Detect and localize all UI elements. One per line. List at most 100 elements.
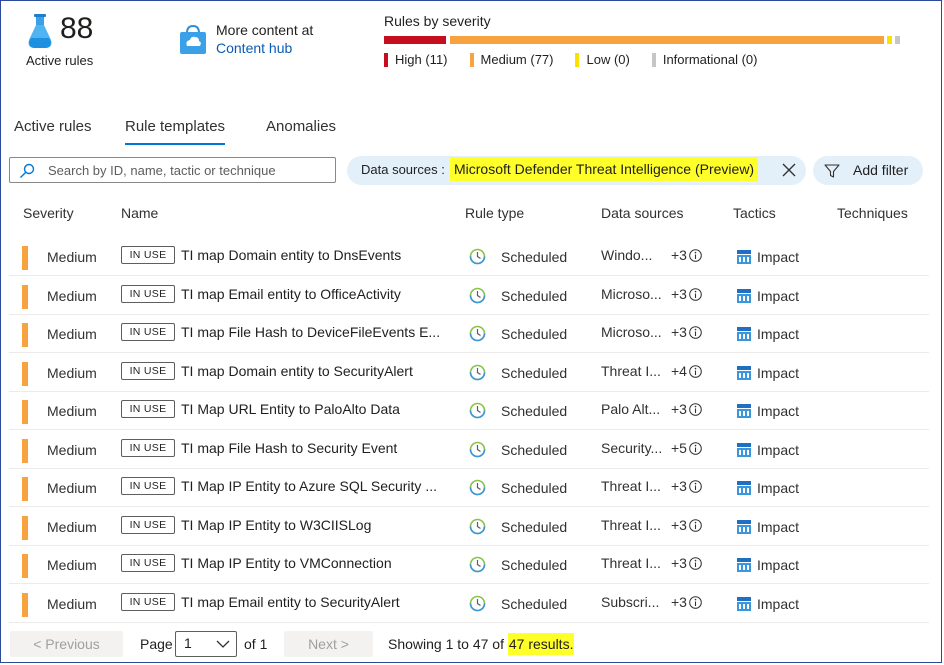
previous-button[interactable]: < Previous <box>10 631 123 657</box>
rule-name[interactable]: TI map Email entity to OfficeActivity <box>181 286 401 302</box>
rule-name[interactable]: TI map File Hash to Security Event <box>181 440 397 456</box>
tab-rule-templates[interactable]: Rule templates <box>125 118 226 145</box>
info-icon[interactable] <box>689 326 702 339</box>
data-source: Palo Alt... <box>601 401 661 417</box>
chevron-down-icon <box>216 640 230 648</box>
col-header-severity[interactable]: Severity <box>23 205 74 221</box>
rule-name[interactable]: TI map Domain entity to SecurityAlert <box>181 363 413 379</box>
table-row[interactable]: Medium IN USE TI map Domain entity to Secu… <box>9 354 929 392</box>
col-header-rule-type[interactable]: Rule type <box>465 205 524 221</box>
tactic-label: Impact <box>757 403 800 419</box>
table-row[interactable]: Medium IN USE TI map File Hash to Security… <box>9 431 929 469</box>
table-row[interactable]: Medium IN USE TI map Domain entity to DnsE… <box>9 238 929 276</box>
impact-icon <box>737 558 751 572</box>
rule-name[interactable]: TI Map IP Entity to W3CIISLog <box>181 517 371 533</box>
severity-indicator <box>22 438 28 463</box>
filter-label: Data sources : <box>361 162 445 177</box>
info-icon[interactable] <box>689 518 702 532</box>
page-select[interactable]: 1 <box>175 631 237 657</box>
clock-icon <box>469 518 486 534</box>
rule-type: Scheduled <box>501 287 568 304</box>
data-source: Microso... <box>601 285 662 302</box>
severity-text: Medium <box>47 557 97 573</box>
info-icon[interactable] <box>689 595 702 609</box>
rule-type: Scheduled <box>501 403 568 419</box>
data-source: Threat I... <box>601 555 661 571</box>
impact-icon <box>737 404 751 418</box>
severity-indicator <box>22 400 28 424</box>
severity-bar-high <box>384 36 446 44</box>
data-sources-filter[interactable]: Data sources : Microsoft Defender Threat… <box>347 156 806 185</box>
severity-text: Medium <box>47 480 97 496</box>
legend-label-low: Low (0) <box>586 52 630 67</box>
add-filter-button[interactable]: Add filter <box>813 156 923 185</box>
table-row[interactable]: Medium IN USE TI Map IP Entity to VMConnec… <box>9 546 929 584</box>
next-button[interactable]: Next > <box>284 631 373 657</box>
table-row[interactable]: Medium IN USE TI Map IP Entity to W3CIISLo… <box>9 508 929 546</box>
clock-icon <box>469 402 486 419</box>
tab-anomalies[interactable]: Anomalies <box>266 118 336 135</box>
tab-active-rules[interactable]: Active rules <box>14 118 92 135</box>
clock-icon <box>469 441 486 457</box>
tactic-label: Impact <box>757 518 800 535</box>
info-icon[interactable] <box>689 403 702 416</box>
data-source: Threat I... <box>601 478 661 494</box>
severity-bar-informational <box>895 36 900 44</box>
impact-icon <box>737 596 751 611</box>
info-icon[interactable] <box>689 480 702 493</box>
legend-swatch-medium <box>469 52 474 67</box>
severity-text: Medium <box>47 403 97 419</box>
severity-text: Medium <box>47 518 97 535</box>
table-row[interactable]: Medium IN USE TI map Email entity to Secur… <box>9 585 929 623</box>
tactic-label: Impact <box>757 557 800 573</box>
flask-icon <box>28 14 52 48</box>
page-label: Page <box>140 636 173 652</box>
info-icon[interactable] <box>689 441 702 455</box>
table-row[interactable]: Medium IN USE TI Map URL Entity to PaloAlt… <box>9 392 929 430</box>
severity-text: Medium <box>47 595 97 612</box>
data-source: Security... <box>601 439 663 456</box>
close-icon[interactable] <box>781 162 797 178</box>
info-icon[interactable] <box>689 557 702 570</box>
tactic-label: Impact <box>757 441 800 458</box>
rule-name[interactable]: TI map Email entity to SecurityAlert <box>181 594 400 610</box>
active-rules-label: Active rules <box>26 53 94 68</box>
info-icon[interactable] <box>689 287 702 301</box>
col-header-techniques[interactable]: Techniques <box>837 205 908 221</box>
impact-icon <box>737 288 751 303</box>
col-header-name[interactable]: Name <box>121 205 158 221</box>
rule-type: Scheduled <box>501 249 568 265</box>
rule-name[interactable]: TI Map IP Entity to Azure SQL Security .… <box>181 478 437 494</box>
table-row[interactable]: Medium IN USE TI Map IP Entity to Azure SQ… <box>9 469 929 507</box>
search-input[interactable]: Search by ID, name, tactic or technique <box>9 157 336 183</box>
rule-name[interactable]: TI Map IP Entity to VMConnection <box>181 555 392 571</box>
info-icon[interactable] <box>689 249 702 262</box>
data-source-more: +3 <box>671 478 687 494</box>
legend-informational: Informational (0) <box>651 52 758 67</box>
in-use-badge: IN USE <box>121 477 175 495</box>
impact-icon <box>737 442 751 457</box>
severity-indicator <box>22 361 28 386</box>
rule-name[interactable]: TI Map URL Entity to PaloAlto Data <box>181 401 400 417</box>
content-hub-link[interactable]: Content hub <box>216 40 292 56</box>
rule-type: Scheduled <box>501 595 568 612</box>
table-row[interactable]: Medium IN USE TI map Email entity to Offic… <box>9 277 929 315</box>
in-use-badge: IN USE <box>121 592 175 611</box>
severity-indicator <box>22 284 28 309</box>
severity-indicator <box>22 554 28 578</box>
legend-swatch-informational <box>651 52 656 67</box>
data-source-more: +5 <box>671 439 687 456</box>
rule-type: Scheduled <box>501 364 568 381</box>
in-use-badge: IN USE <box>121 438 175 457</box>
table-row[interactable]: Medium IN USE TI map File Hash to DeviceFi… <box>9 315 929 353</box>
severity-bar <box>384 36 900 44</box>
info-icon[interactable] <box>689 364 702 378</box>
rule-name[interactable]: TI map Domain entity to DnsEvents <box>181 247 401 263</box>
col-header-data-sources[interactable]: Data sources <box>601 205 683 221</box>
severity-text: Medium <box>47 364 97 381</box>
col-header-tactics[interactable]: Tactics <box>733 205 776 221</box>
rule-name[interactable]: TI map File Hash to DeviceFileEvents E..… <box>181 324 440 340</box>
search-icon <box>20 163 35 178</box>
clock-icon <box>469 595 486 611</box>
severity-text: Medium <box>47 441 97 458</box>
